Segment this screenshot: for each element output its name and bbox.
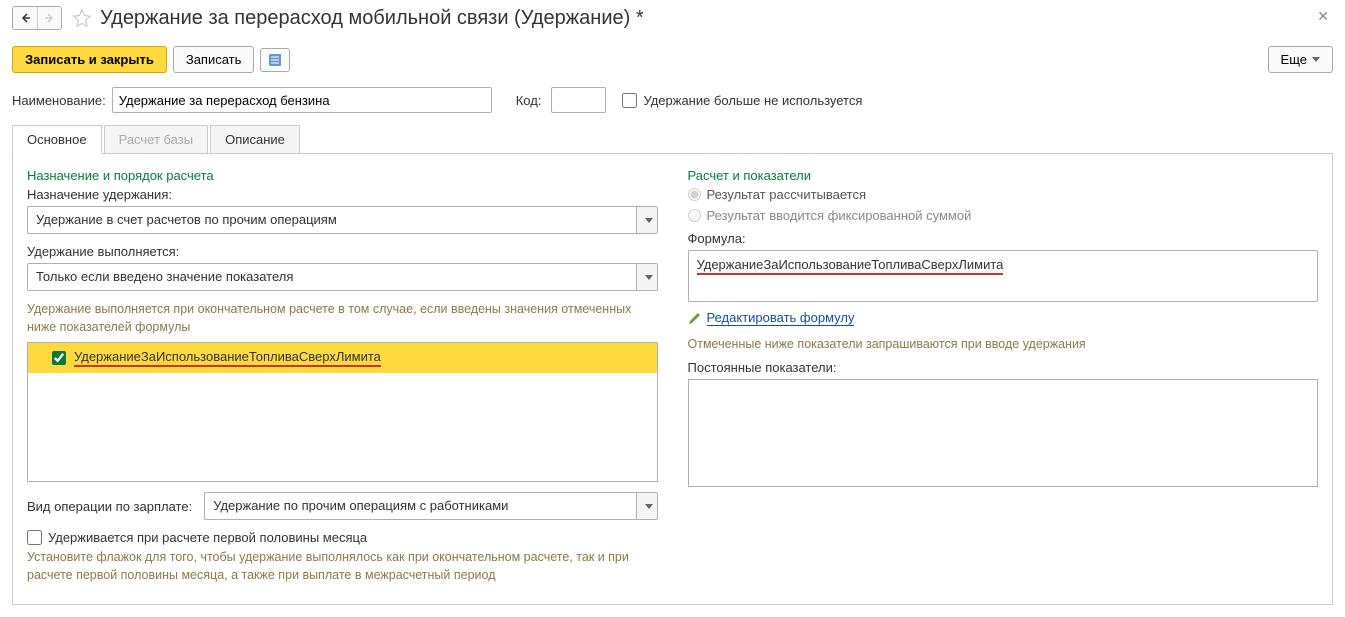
purpose-select-dropdown[interactable]	[636, 206, 658, 234]
operation-select-dropdown[interactable]	[636, 492, 658, 520]
list-view-button[interactable]	[260, 48, 290, 72]
when-hint: Удержание выполняется при окончательном …	[27, 301, 658, 336]
list-icon	[268, 53, 282, 67]
purpose-label: Назначение удержания:	[27, 187, 658, 202]
indicator-text: УдержаниеЗаИспользованиеТопливаСверхЛими…	[74, 349, 381, 367]
when-select[interactable]: Только если введено значение показателя	[27, 263, 636, 291]
save-button[interactable]: Записать	[173, 46, 255, 73]
first-half-hint: Установите флажок для того, чтобы удержа…	[27, 549, 658, 584]
page-title: Удержание за перерасход мобильной связи …	[100, 7, 644, 30]
radio-calculated-label: Результат рассчитывается	[707, 187, 867, 202]
name-input[interactable]	[112, 87, 492, 113]
chevron-down-icon	[645, 275, 653, 280]
section-purpose-title: Назначение и порядок расчета	[27, 168, 658, 183]
tab-main[interactable]: Основное	[12, 125, 102, 154]
nav-forward-button[interactable]	[37, 7, 61, 29]
save-and-close-button[interactable]: Записать и закрыть	[12, 46, 167, 73]
radio-calculated	[688, 188, 701, 201]
first-half-label: Удерживается при расчете первой половины…	[48, 530, 367, 545]
radio-fixed-label: Результат вводится фиксированной суммой	[707, 208, 972, 223]
edit-formula-link[interactable]: Редактировать формулу	[707, 310, 855, 326]
formula-label: Формула:	[688, 231, 1319, 246]
indicator-row[interactable]: УдержаниеЗаИспользованиеТопливаСверхЛими…	[28, 343, 657, 373]
pencil-icon	[688, 311, 702, 325]
const-label: Постоянные показатели:	[688, 360, 1319, 375]
operation-select[interactable]: Удержание по прочим операциям с работник…	[204, 492, 635, 520]
chevron-down-icon	[645, 218, 653, 223]
not-used-checkbox[interactable]	[622, 93, 637, 108]
indicator-list[interactable]: УдержаниеЗаИспользованиеТопливаСверхЛими…	[27, 342, 658, 482]
operation-label: Вид операции по зарплате:	[27, 499, 192, 514]
when-label: Удержание выполняется:	[27, 244, 658, 259]
when-select-dropdown[interactable]	[636, 263, 658, 291]
chevron-down-icon	[645, 504, 653, 509]
chevron-down-icon	[1312, 57, 1320, 62]
tab-base-calc: Расчет базы	[104, 125, 209, 153]
nav-back-button[interactable]	[13, 7, 37, 29]
not-used-label: Удержание больше не используется	[643, 93, 862, 108]
close-icon[interactable]: ✕	[1313, 6, 1333, 27]
constant-indicators-list[interactable]	[688, 379, 1319, 487]
formula-box[interactable]: УдержаниеЗаИспользованиеТопливаСверхЛими…	[688, 250, 1319, 302]
indicators-hint: Отмеченные ниже показатели запрашиваются…	[688, 336, 1319, 354]
code-label: Код:	[516, 93, 542, 108]
first-half-checkbox[interactable]	[27, 530, 42, 545]
purpose-select[interactable]: Удержание в счет расчетов по прочим опер…	[27, 206, 636, 234]
formula-text: УдержаниеЗаИспользованиеТопливаСверхЛими…	[697, 257, 1004, 275]
name-label: Наименование:	[12, 93, 106, 108]
indicator-checkbox[interactable]	[52, 351, 66, 365]
radio-fixed	[688, 209, 701, 222]
more-button[interactable]: Еще	[1268, 46, 1333, 73]
tab-description[interactable]: Описание	[210, 125, 300, 153]
code-input[interactable]	[551, 87, 606, 113]
favorite-star-icon[interactable]	[72, 8, 92, 28]
section-calc-title: Расчет и показатели	[688, 168, 1319, 183]
